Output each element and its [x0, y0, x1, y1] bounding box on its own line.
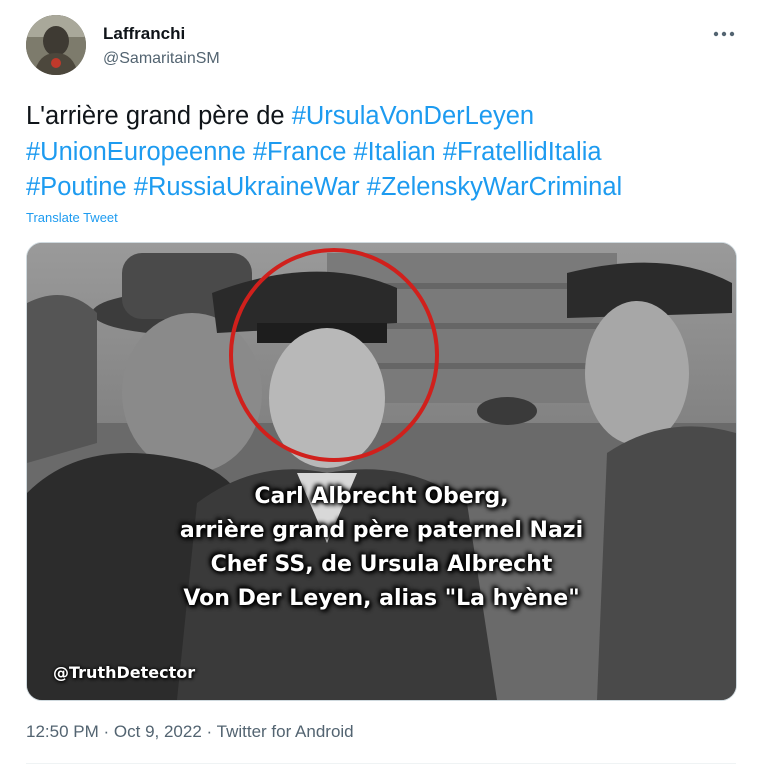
hashtag-link[interactable]: #UrsulaVonDerLeyen [292, 102, 534, 130]
meta-separator: · [103, 722, 110, 741]
hashtag-link[interactable]: #UnionEuropeenne [26, 138, 246, 166]
tweet-media-photo[interactable]: Carl Albrecht Oberg, arrière grand père … [26, 242, 737, 701]
hashtag-link[interactable]: #Poutine [26, 173, 127, 201]
hashtag-link[interactable]: #ZelenskyWarCriminal [367, 173, 623, 201]
meta-separator: · [206, 722, 213, 741]
avatar-image [26, 15, 86, 75]
caption-line: Von Der Leyen, alias "La hyène" [183, 586, 580, 611]
caption-line: Chef SS, de Ursula Albrecht [210, 552, 553, 577]
translate-tweet-link[interactable]: Translate Tweet [26, 210, 118, 225]
tweet-text-prefix: L'arrière grand père de [26, 102, 292, 130]
hashtag-link[interactable]: #FratellidItalia [443, 138, 602, 166]
photo-caption: Carl Albrecht Oberg, arrière grand père … [27, 480, 736, 616]
tweet-text: L'arrière grand père de #UrsulaVonDerLey… [26, 99, 736, 206]
hashtag-link[interactable]: #RussiaUkraineWar [134, 173, 360, 201]
tweet-date[interactable]: Oct 9, 2022 [114, 722, 202, 741]
tweet-source[interactable]: Twitter for Android [217, 722, 354, 741]
author-display-name[interactable]: Laffranchi [103, 24, 185, 44]
caption-line: arrière grand père paternel Nazi [179, 518, 584, 543]
hashtag-link[interactable]: #France [253, 138, 347, 166]
caption-line: Carl Albrecht Oberg, [254, 484, 509, 509]
author-handle[interactable]: @SamaritainSM [103, 50, 220, 68]
divider [26, 763, 736, 764]
photo-image [27, 243, 736, 700]
photo-watermark: @TruthDetector [53, 663, 196, 682]
tweet-card: Laffranchi @SamaritainSM L'arrière grand… [0, 0, 758, 777]
avatar[interactable] [26, 15, 86, 75]
more-horizontal-icon [713, 31, 735, 37]
hashtag-link[interactable]: #Italian [354, 138, 436, 166]
tweet-time[interactable]: 12:50 PM [26, 722, 99, 741]
tweet-meta: 12:50 PM · Oct 9, 2022 · Twitter for And… [26, 722, 354, 742]
more-options-button[interactable] [708, 20, 740, 48]
